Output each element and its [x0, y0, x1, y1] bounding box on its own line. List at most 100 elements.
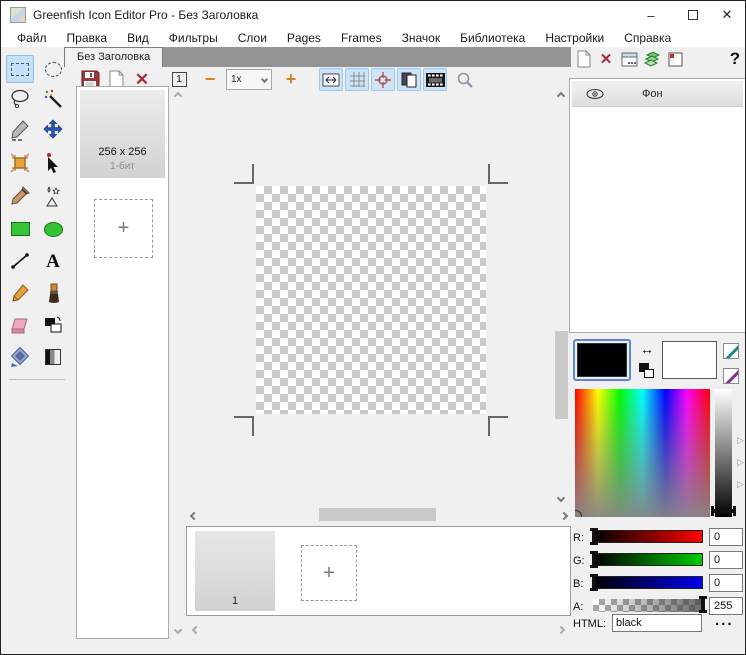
menu-settings[interactable]: Настройки [535, 30, 614, 46]
pages-scroll-up[interactable] [171, 89, 185, 103]
tool-text[interactable]: A [39, 247, 67, 275]
value-slider-handle[interactable] [711, 506, 736, 516]
value-slider[interactable] [715, 389, 732, 517]
tool-lasso[interactable] [6, 85, 34, 113]
blue-slider[interactable] [590, 574, 703, 591]
chevron-right-icon [559, 511, 569, 521]
layer-properties-button[interactable] [619, 49, 639, 69]
tool-retouch[interactable] [39, 182, 67, 210]
menu-view[interactable]: Вид [117, 30, 159, 46]
frames-scroll-right[interactable] [554, 623, 568, 637]
green-value-input[interactable] [709, 551, 743, 569]
copy-color-button[interactable] [639, 363, 655, 379]
zoom-in-button[interactable]: + [279, 68, 303, 91]
tool-ellipse-select[interactable] [39, 55, 67, 83]
tool-rect-select[interactable] [6, 55, 34, 83]
tool-line[interactable] [6, 247, 34, 275]
blue-value-input[interactable] [709, 574, 743, 592]
foreground-color-swatch[interactable] [573, 339, 631, 381]
tool-hotspot[interactable] [39, 149, 67, 177]
zoom-out-button[interactable]: − [198, 68, 222, 91]
tool-color-swap[interactable] [39, 311, 67, 339]
canvas-scroll-right[interactable] [557, 509, 571, 523]
page-size-label: 256 x 256 [98, 146, 147, 158]
help-button[interactable]: ? [725, 49, 745, 69]
expand-arrow-icon[interactable]: ▷ [737, 479, 744, 490]
tool-magic-wand[interactable] [39, 85, 67, 113]
transparent-color-button[interactable] [723, 343, 739, 359]
frames-strip: 1 + [186, 526, 571, 616]
title-bar[interactable]: Greenfish Icon Editor Pro - Без Заголовк… [1, 1, 745, 29]
zoom-level-select[interactable]: 1x [226, 69, 272, 90]
close-button[interactable]: ✕ [707, 1, 745, 29]
visibility-eye-icon[interactable] [586, 88, 604, 100]
background-color-swatch[interactable] [662, 341, 717, 379]
tool-brush[interactable] [39, 279, 67, 307]
center-lines-toggle[interactable] [371, 68, 395, 91]
new-layer-button[interactable] [665, 49, 685, 69]
add-frame-button[interactable]: + [301, 545, 357, 601]
frames-panel-toggle[interactable] [423, 68, 447, 91]
menu-library[interactable]: Библиотека [450, 30, 535, 46]
menu-icon[interactable]: Значок [392, 30, 450, 46]
more-colors-button[interactable]: ... [715, 612, 734, 629]
expand-arrow-icon[interactable]: ▷ [737, 457, 744, 468]
blue-slider-handle[interactable] [590, 574, 598, 591]
menu-frames[interactable]: Frames [331, 30, 392, 46]
hue-saturation-picker[interactable] [575, 389, 710, 517]
green-slider-handle[interactable] [590, 551, 598, 568]
layers-stack-button[interactable] [642, 49, 662, 69]
menu-pages[interactable]: Pages [277, 30, 331, 46]
document-tab[interactable]: Без Заголовка [64, 47, 164, 67]
pages-scroll-down[interactable] [171, 623, 185, 637]
red-slider-handle[interactable] [590, 528, 598, 545]
tool-gradient[interactable] [6, 343, 34, 371]
swap-colors-button[interactable]: ↔ [640, 341, 654, 357]
canvas-scroll-up[interactable] [554, 89, 568, 103]
tool-ellipse[interactable] [39, 215, 67, 243]
frame-thumbnail[interactable]: 1 [195, 531, 275, 611]
menu-edit[interactable]: Правка [57, 30, 118, 46]
canvas-hscroll-thumb[interactable] [319, 508, 436, 521]
inverse-color-button[interactable] [723, 368, 739, 384]
menu-file[interactable]: Файл [7, 30, 57, 46]
tool-color-picker[interactable] [6, 182, 34, 210]
filmstrip-icon [425, 72, 445, 87]
tool-pencil-select[interactable] [6, 116, 34, 144]
canvas[interactable] [256, 186, 486, 414]
red-value-input[interactable] [709, 528, 743, 546]
grid-toggle[interactable] [345, 68, 369, 91]
frames-scroll-left[interactable] [189, 623, 203, 637]
menu-filters[interactable]: Фильтры [159, 30, 228, 46]
zoom-tool-button[interactable] [453, 68, 477, 91]
menu-help[interactable]: Справка [614, 30, 681, 46]
delete-layer-button[interactable]: ✕ [596, 49, 616, 69]
green-slider[interactable] [590, 551, 703, 568]
alpha-slider[interactable] [593, 596, 707, 613]
tool-pencil[interactable] [6, 279, 34, 307]
tool-gradient-bar[interactable] [39, 343, 67, 371]
red-slider[interactable] [590, 528, 703, 545]
chevron-left-icon [191, 625, 201, 635]
html-color-input[interactable] [612, 614, 702, 632]
tool-rectangle[interactable] [6, 215, 34, 243]
fit-window-toggle[interactable] [319, 68, 343, 91]
retouch-icon [46, 186, 60, 207]
canvas-scroll-down[interactable] [554, 491, 568, 505]
new-layer-page-button[interactable] [574, 49, 594, 69]
expand-arrow-icon[interactable]: ▷ [737, 435, 744, 446]
tool-move[interactable] [39, 116, 67, 144]
pages-panel-toggle[interactable] [397, 68, 421, 91]
page-thumbnail[interactable]: 256 x 256 1-бит [80, 90, 165, 178]
tool-crop[interactable] [6, 149, 34, 177]
minimize-button[interactable]: – [631, 1, 671, 29]
alpha-slider-handle[interactable] [699, 596, 707, 613]
menu-layers[interactable]: Слои [228, 30, 277, 46]
layer-row-background[interactable]: Фон [572, 81, 743, 107]
tool-eraser[interactable] [6, 311, 34, 339]
canvas-vscroll-thumb[interactable] [555, 331, 568, 419]
actual-size-button[interactable]: 1 [167, 68, 191, 91]
pages-icon [401, 72, 417, 88]
canvas-scroll-left[interactable] [187, 509, 201, 523]
add-page-button[interactable]: + [94, 199, 153, 258]
